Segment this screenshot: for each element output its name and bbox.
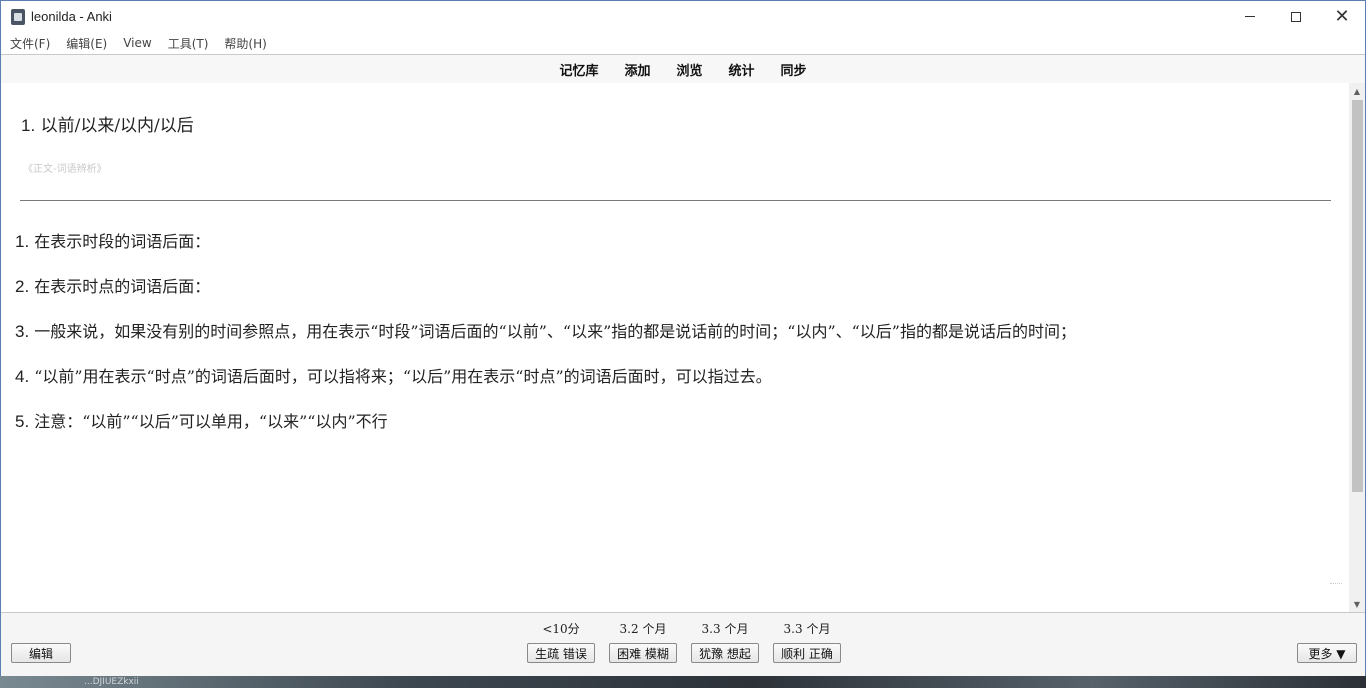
answer-number: 2. xyxy=(15,277,30,296)
answer-item: 5. 注意：“以前”“以后”可以单用，“以来”“以内”不行 xyxy=(15,410,1350,455)
answer-item: 4. “以前”用在表示“时点”的词语后面时，可以指将来；“以后”用在表示“时点”的… xyxy=(15,365,1350,410)
ease-again-button[interactable]: 生疏 错误 xyxy=(527,643,595,663)
scroll-down-icon[interactable]: ▼ xyxy=(1349,596,1365,612)
ease-interval: <10分 xyxy=(542,622,580,636)
answer-text: “以前”用在表示“时点”的词语后面时，可以指将来；“以后”用在表示“时点”的词语… xyxy=(34,367,772,386)
ease-easy: 3.3 个月 顺利 正确 xyxy=(773,621,841,663)
resize-grip[interactable] xyxy=(1330,583,1342,588)
answer-item: 3. 一般来说，如果没有别的时间参照点，用在表示“时段”词语后面的“以前”、“以来… xyxy=(15,320,1350,365)
desktop-text: ...DJIUEZkxii xyxy=(84,677,139,687)
card-source: 《正文-词语辨析》 xyxy=(23,164,107,175)
window-title: leonilda - Anki xyxy=(31,9,112,24)
menu-help[interactable]: 帮助(H) xyxy=(216,35,274,52)
card-view: 1. 以前/以来/以内/以后 《正文-词语辨析》 1. 在表示时段的词语后面： 2… xyxy=(1,83,1350,612)
answer-list: 1. 在表示时段的词语后面： 2. 在表示时点的词语后面： 3. 一般来说，如果没有别… xyxy=(15,230,1350,455)
answer-divider xyxy=(20,200,1331,201)
answer-number: 3. xyxy=(15,322,30,341)
close-icon: ✕ xyxy=(1334,5,1350,27)
edit-button[interactable]: 编辑 xyxy=(11,643,71,663)
card-scrollbar[interactable]: ▲ ▼ xyxy=(1349,83,1365,612)
answer-text: 注意：“以前”“以后”可以单用，“以来”“以内”不行 xyxy=(34,412,388,431)
toolbar-sync[interactable]: 同步 xyxy=(768,60,820,79)
menu-tools[interactable]: 工具(T) xyxy=(160,35,217,52)
anki-window: leonilda - Anki ✕ 文件(F) 编辑(E) View 工具(T)… xyxy=(0,0,1366,677)
menu-bar: 文件(F) 编辑(E) View 工具(T) 帮助(H) xyxy=(1,32,1365,54)
ease-interval: 3.2 个月 xyxy=(619,622,667,636)
more-button[interactable]: 更多 ▼ xyxy=(1297,643,1357,663)
anki-app-icon xyxy=(11,8,25,25)
minimize-icon xyxy=(1245,16,1255,17)
maximize-icon xyxy=(1291,11,1301,22)
desktop-background xyxy=(0,676,1366,688)
card-question: 1. 以前/以来/以内/以后 xyxy=(21,111,194,136)
toolbar-decks[interactable]: 记忆库 xyxy=(546,60,611,79)
answer-text: 一般来说，如果没有别的时间参照点，用在表示“时段”词语后面的“以前”、“以来”指… xyxy=(34,322,1076,341)
window-controls: ✕ xyxy=(1227,1,1365,32)
question-number: 1. xyxy=(21,116,36,135)
close-button[interactable]: ✕ xyxy=(1319,1,1365,32)
menu-edit[interactable]: 编辑(E) xyxy=(58,35,115,52)
ease-good-button[interactable]: 犹豫 想起 xyxy=(691,643,759,663)
ease-again: <10分 生疏 错误 xyxy=(527,621,595,663)
minimize-button[interactable] xyxy=(1227,1,1273,32)
question-text: 以前/以来/以内/以后 xyxy=(40,116,194,136)
maximize-button[interactable] xyxy=(1273,1,1319,32)
title-bar: leonilda - Anki ✕ xyxy=(1,1,1365,32)
scroll-up-icon[interactable]: ▲ xyxy=(1349,83,1365,99)
answer-number: 1. xyxy=(15,232,30,251)
toolbar-stats[interactable]: 统计 xyxy=(716,60,768,79)
scroll-thumb[interactable] xyxy=(1352,100,1363,492)
toolbar-browse[interactable]: 浏览 xyxy=(663,60,715,79)
answer-item: 1. 在表示时段的词语后面： xyxy=(15,230,1350,275)
ease-hard-button[interactable]: 困难 模糊 xyxy=(609,643,677,663)
toolbar-add[interactable]: 添加 xyxy=(611,60,663,79)
ease-interval: 3.3 个月 xyxy=(701,622,749,636)
answer-text: 在表示时点的词语后面： xyxy=(34,277,211,296)
ease-good: 3.3 个月 犹豫 想起 xyxy=(691,621,759,663)
ease-interval: 3.3 个月 xyxy=(783,622,831,636)
ease-hard: 3.2 个月 困难 模糊 xyxy=(609,621,677,663)
answer-text: 在表示时段的词语后面： xyxy=(34,232,211,251)
answer-item: 2. 在表示时点的词语后面： xyxy=(15,275,1350,320)
answer-bar: 编辑 <10分 生疏 错误 3.2 个月 困难 模糊 3.3 个月 犹豫 想起 … xyxy=(1,612,1365,677)
answer-number: 4. xyxy=(15,367,30,386)
menu-file[interactable]: 文件(F) xyxy=(1,35,58,52)
answer-number: 5. xyxy=(15,412,30,431)
ease-easy-button[interactable]: 顺利 正确 xyxy=(773,643,841,663)
menu-view[interactable]: View xyxy=(115,36,159,50)
main-toolbar: 记忆库 添加 浏览 统计 同步 xyxy=(1,54,1365,84)
